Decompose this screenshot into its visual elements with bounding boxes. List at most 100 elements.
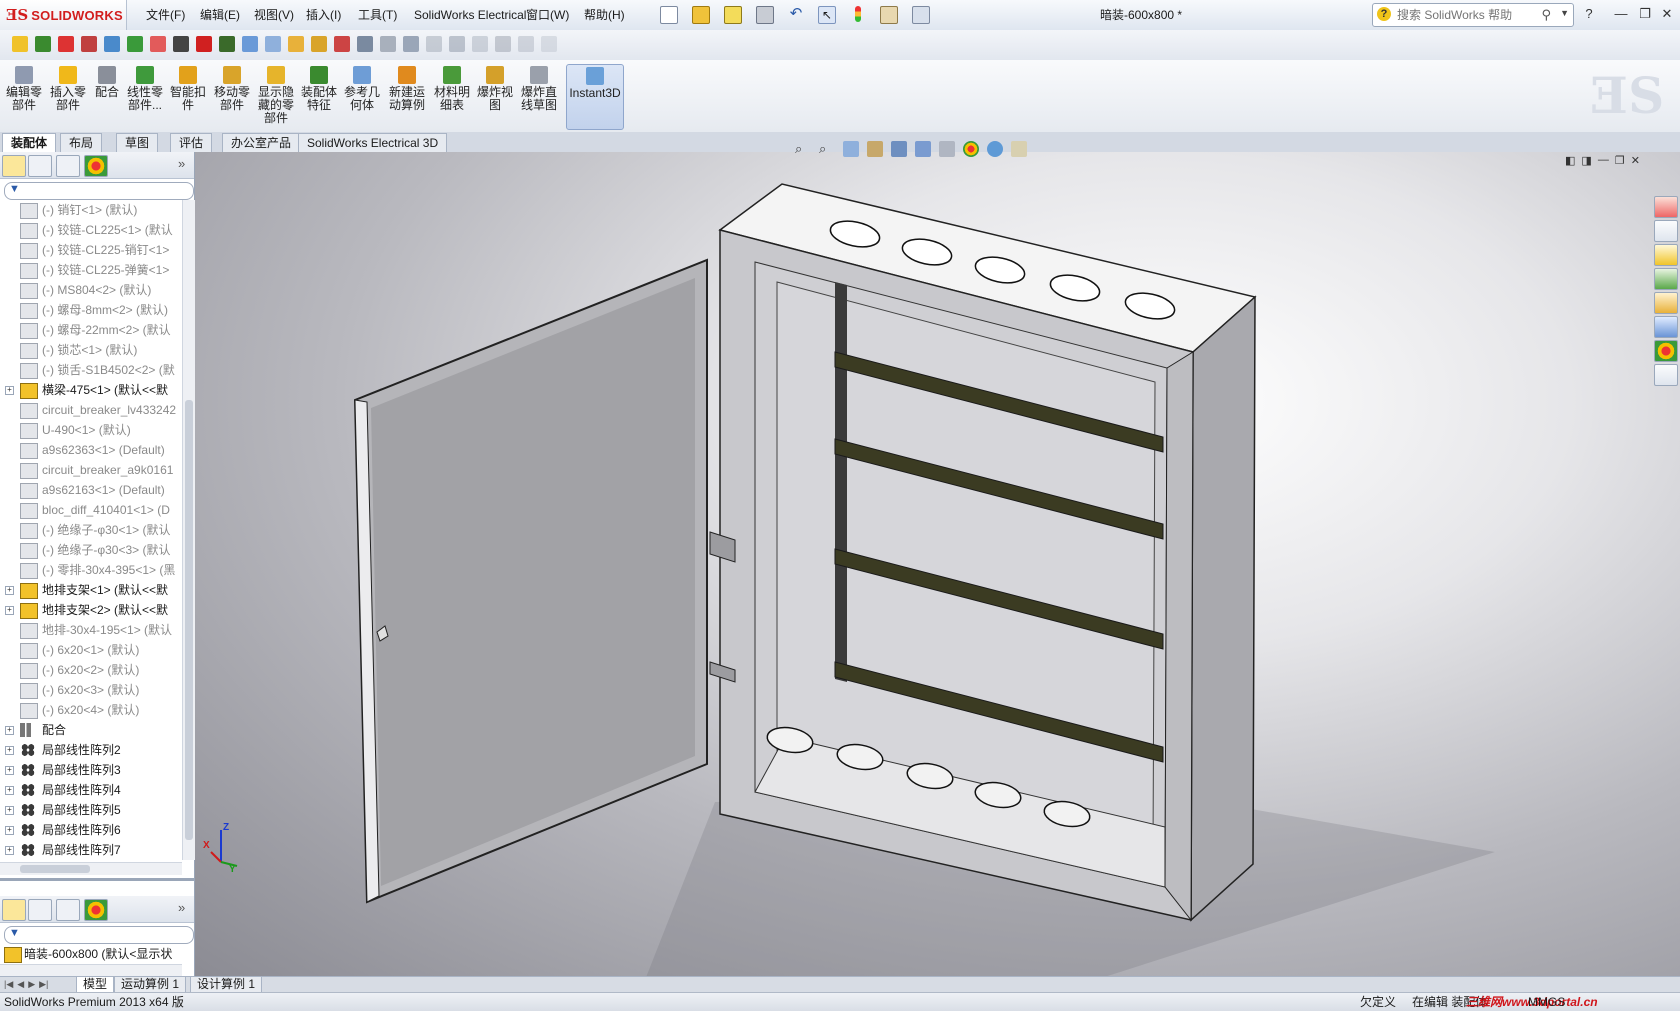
toolbar-tool-icon[interactable] xyxy=(150,36,166,52)
command-button-12[interactable]: 爆炸直线草图 xyxy=(518,64,560,128)
tree-item[interactable]: bloc_diff_410401<1> (D xyxy=(0,500,182,520)
toolbar-tool-icon[interactable] xyxy=(334,36,350,52)
tree-item[interactable]: + 横梁-475<1> (默认<<默 xyxy=(0,380,182,400)
command-button-3[interactable]: 线性零部件... xyxy=(126,64,164,128)
print-icon[interactable] xyxy=(756,6,774,24)
tree-item[interactable]: (-) 零排-30x4-395<1> (黑 xyxy=(0,560,182,580)
command-tab-2[interactable]: 草图 xyxy=(116,133,159,152)
menu-item-1[interactable]: 编辑(E) xyxy=(196,6,244,24)
zoom-area-icon[interactable]: ⌕ xyxy=(819,141,835,157)
tree-horizontal-scrollbar[interactable] xyxy=(0,862,182,875)
tree-item[interactable]: (-) 铰链-CL225-弹簧<1> xyxy=(0,260,182,280)
apply-scene-icon[interactable] xyxy=(987,141,1003,157)
viewport-close-icon[interactable]: ✕ xyxy=(1631,154,1640,167)
panel-splitter[interactable] xyxy=(0,878,194,881)
tree-item[interactable]: (-) 6x20<1> (默认) xyxy=(0,640,182,660)
toolbar-tool-icon[interactable] xyxy=(242,36,258,52)
expand-toggle-icon[interactable]: + xyxy=(5,746,14,755)
toolbar-tool-icon[interactable] xyxy=(495,36,511,52)
expand-toggle-icon[interactable]: + xyxy=(5,606,14,615)
view-settings-icon[interactable] xyxy=(1011,141,1027,157)
graphics-viewport[interactable]: Z X Y ◧ ◨ — ❐ ✕ xyxy=(195,152,1680,980)
toolbar-tool-icon[interactable] xyxy=(12,36,28,52)
cabinet-model-3d[interactable] xyxy=(195,152,1680,980)
tree-item[interactable]: + 配合 xyxy=(0,720,182,740)
expand-panel-icon[interactable]: » xyxy=(178,900,185,915)
toolbar-tool-icon[interactable] xyxy=(311,36,327,52)
tree-item[interactable]: (-) 销钉<1> (默认) xyxy=(0,200,182,220)
command-button-13[interactable]: Instant3D xyxy=(566,64,624,130)
viewport-restore-icon[interactable]: ❐ xyxy=(1615,154,1625,167)
toolbar-tool-icon[interactable] xyxy=(58,36,74,52)
appearances-icon[interactable] xyxy=(1654,316,1678,338)
minimize-icon[interactable]: — xyxy=(1610,5,1632,23)
property-manager-tab-icon[interactable] xyxy=(28,899,52,921)
command-button-0[interactable]: 编辑零部件 xyxy=(4,64,44,128)
lower-filter-field[interactable]: ▼ xyxy=(4,926,194,944)
save-icon[interactable] xyxy=(724,6,742,24)
edit-appearance-icon[interactable] xyxy=(963,141,979,157)
tree-item[interactable]: 地排-30x4-195<1> (默认 xyxy=(0,620,182,640)
command-tab-3[interactable]: 评估 xyxy=(170,133,213,152)
new-document-icon[interactable] xyxy=(660,6,678,24)
help-icon[interactable]: ? xyxy=(1578,5,1600,23)
expand-toggle-icon[interactable]: + xyxy=(5,826,14,835)
file-explorer-icon[interactable] xyxy=(1654,244,1678,266)
display-manager-tab-icon[interactable] xyxy=(84,899,108,921)
first-tab-icon[interactable]: |◀ xyxy=(4,979,13,990)
tree-item[interactable]: + 局部线性阵列4 xyxy=(0,780,182,800)
view-palette-icon[interactable] xyxy=(1654,292,1678,314)
hscroll-thumb[interactable] xyxy=(20,865,90,873)
solidworks-resources-icon[interactable] xyxy=(1654,196,1678,218)
command-button-10[interactable]: 材料明细表 xyxy=(432,64,472,128)
hide-show-items-icon[interactable] xyxy=(939,141,955,157)
toolbar-tool-icon[interactable] xyxy=(518,36,534,52)
tree-item[interactable]: + 局部线性阵列7 xyxy=(0,840,182,860)
toolbar-tool-icon[interactable] xyxy=(449,36,465,52)
rebuild-icon[interactable] xyxy=(850,6,866,22)
config-root-item[interactable]: 暗装-600x800 (默认<显示状 xyxy=(0,944,182,964)
command-button-7[interactable]: 装配体特征 xyxy=(300,64,338,128)
tree-item[interactable]: (-) 6x20<2> (默认) xyxy=(0,660,182,680)
toolbar-tool-icon[interactable] xyxy=(380,36,396,52)
menu-item-3[interactable]: 插入(I) xyxy=(302,6,345,24)
tree-item[interactable]: (-) 6x20<3> (默认) xyxy=(0,680,182,700)
tree-item[interactable]: a9s62363<1> (Default) xyxy=(0,440,182,460)
viewport-minimize-icon[interactable]: — xyxy=(1598,154,1609,167)
toolbar-tool-icon[interactable] xyxy=(403,36,419,52)
toolbar-tool-icon[interactable] xyxy=(173,36,189,52)
tree-item[interactable]: + 局部线性阵列2 xyxy=(0,740,182,760)
custom-properties-icon[interactable] xyxy=(1654,364,1678,386)
last-tab-icon[interactable]: ▶| xyxy=(39,979,48,990)
tree-item[interactable]: (-) 铰链-CL225<1> (默认 xyxy=(0,220,182,240)
menu-item-4[interactable]: 工具(T) xyxy=(354,6,401,24)
command-tab-0[interactable]: 装配体 xyxy=(2,133,57,152)
toolbar-tool-icon[interactable] xyxy=(219,36,235,52)
tree-item[interactable]: + 局部线性阵列6 xyxy=(0,820,182,840)
tree-item[interactable]: + 地排支架<2> (默认<<默 xyxy=(0,600,182,620)
toolbar-tool-icon[interactable] xyxy=(265,36,281,52)
toolbar-tool-icon[interactable] xyxy=(35,36,51,52)
expand-toggle-icon[interactable]: + xyxy=(5,786,14,795)
tree-item[interactable]: circuit_breaker_lv433242 xyxy=(0,400,182,420)
command-button-11[interactable]: 爆炸视图 xyxy=(476,64,514,128)
command-tab-5[interactable]: SolidWorks Electrical 3D xyxy=(298,133,448,152)
expand-panel-icon[interactable]: » xyxy=(178,156,185,171)
menu-item-2[interactable]: 视图(V) xyxy=(250,6,298,24)
tree-item[interactable]: (-) 螺母-22mm<2> (默认 xyxy=(0,320,182,340)
design-library-icon[interactable] xyxy=(1654,220,1678,242)
tree-item[interactable]: (-) 锁芯<1> (默认) xyxy=(0,340,182,360)
configuration-manager-tab-icon[interactable] xyxy=(56,155,80,177)
scrollbar-thumb[interactable] xyxy=(185,400,193,840)
feature-tree-tab-icon[interactable] xyxy=(2,899,26,921)
menu-item-7[interactable]: 帮助(H) xyxy=(580,6,629,24)
menu-item-0[interactable]: 文件(F) xyxy=(142,6,189,24)
command-tab-1[interactable]: 布局 xyxy=(60,133,103,152)
bottom-tab-0[interactable]: 模型 xyxy=(76,977,115,993)
tree-filter-field[interactable]: ▼ xyxy=(4,182,194,200)
search-library-icon[interactable] xyxy=(1654,268,1678,290)
toolbar-tool-icon[interactable] xyxy=(288,36,304,52)
tree-item[interactable]: (-) 绝缘子-φ30<3> (默认 xyxy=(0,540,182,560)
command-button-5[interactable]: 移动零部件 xyxy=(212,64,252,128)
toolbar-tool-icon[interactable] xyxy=(127,36,143,52)
